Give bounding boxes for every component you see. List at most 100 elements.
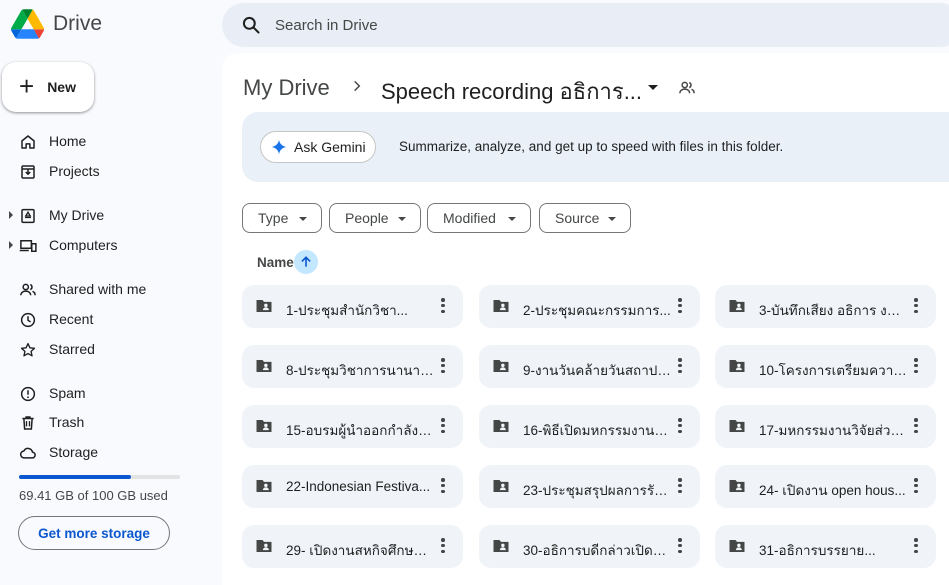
search-bar[interactable]: Search in Drive <box>222 3 949 47</box>
sidebar-item-shared-with-me[interactable]: Shared with me <box>0 275 222 303</box>
more-options-icon[interactable] <box>441 298 445 314</box>
filter-label: Modified <box>443 210 496 226</box>
filter-type-chip[interactable]: Type <box>242 203 322 233</box>
clock-icon <box>20 312 36 328</box>
more-options-icon[interactable] <box>441 418 445 434</box>
folder-name: 15-อบรมผู้นำออกกำลังกา... <box>286 423 434 438</box>
shared-folder-icon <box>493 420 509 432</box>
filter-modified-chip[interactable]: Modified <box>427 203 531 233</box>
search-input[interactable]: Search in Drive <box>275 17 378 34</box>
sort-direction-button[interactable] <box>294 250 318 274</box>
folder-tile[interactable]: 23-ประชุมสรุปผลการรับ... <box>479 465 700 508</box>
sidebar-item-my-drive[interactable]: My Drive <box>0 201 222 229</box>
more-options-icon[interactable] <box>441 538 445 554</box>
sidebar-item-home[interactable]: Home <box>0 127 222 155</box>
plus-icon: + <box>19 71 35 101</box>
more-options-icon[interactable] <box>678 478 682 494</box>
folder-name: 24- เปิดงาน open hous... <box>759 483 906 498</box>
more-options-icon[interactable] <box>914 478 918 494</box>
more-options-icon[interactable] <box>678 298 682 314</box>
folder-tile[interactable]: 16-พิธีเปิดมหกรรมงานวิจั... <box>479 405 700 448</box>
my-drive-icon <box>21 208 35 224</box>
shared-folder-icon <box>256 480 272 492</box>
gemini-banner: Ask Gemini Summarize, analyze, and get u… <box>242 112 949 182</box>
gemini-sparkle-icon <box>271 139 287 155</box>
folder-tile[interactable]: 2-ประชุมคณะกรรมการ... <box>479 285 700 328</box>
more-options-icon[interactable] <box>678 358 682 374</box>
sidebar-item-computers[interactable]: Computers <box>0 231 222 259</box>
breadcrumb-current-folder[interactable]: Speech recording อธิการ... <box>381 74 642 109</box>
expand-caret-icon[interactable] <box>9 241 13 249</box>
shared-folder-icon <box>256 300 272 312</box>
new-button[interactable]: + New <box>2 62 94 112</box>
folder-tile[interactable]: 22-Indonesian Festiva... <box>242 465 463 508</box>
more-options-icon[interactable] <box>914 298 918 314</box>
folder-name: 2-ประชุมคณะกรรมการ... <box>523 303 671 318</box>
filter-label: Type <box>258 210 289 226</box>
folder-name: 16-พิธีเปิดมหกรรมงานวิจั... <box>523 423 671 438</box>
folder-menu-dropdown-icon[interactable] <box>648 85 658 90</box>
folder-tile[interactable]: 9-งานวันคล้ายวันสถาปนา... <box>479 345 700 388</box>
ask-gemini-label: Ask Gemini <box>294 139 366 155</box>
more-options-icon[interactable] <box>914 418 918 434</box>
drive-logo[interactable]: Drive <box>11 9 102 39</box>
sidebar-item-starred[interactable]: Starred <box>0 335 222 363</box>
more-options-icon[interactable] <box>441 358 445 374</box>
sidebar-item-projects[interactable]: Projects <box>0 157 222 185</box>
search-icon[interactable] <box>241 15 261 35</box>
shared-folder-icon[interactable] <box>678 79 696 97</box>
folder-tile[interactable]: 10-โครงการเตรียมความ... <box>715 345 936 388</box>
chevron-right-icon <box>354 80 361 92</box>
folder-tile[interactable]: 15-อบรมผู้นำออกกำลังกา... <box>242 405 463 448</box>
sidebar-item-label: Recent <box>49 311 94 327</box>
filter-people-chip[interactable]: People <box>329 203 421 233</box>
more-options-icon[interactable] <box>914 358 918 374</box>
shared-folder-icon <box>729 420 745 432</box>
more-options-icon[interactable] <box>914 538 918 554</box>
sidebar-item-spam[interactable]: Spam <box>0 379 222 407</box>
name-column-header[interactable]: Name <box>257 255 294 270</box>
folder-tile[interactable]: 17-มหกรรมงานวิจัยส่วน... <box>715 405 936 448</box>
storage-usage-bar <box>19 475 180 479</box>
shared-folder-icon <box>729 360 745 372</box>
folder-name: 10-โครงการเตรียมความ... <box>759 363 907 378</box>
computers-icon <box>19 240 37 252</box>
folder-tile[interactable]: 24- เปิดงาน open hous... <box>715 465 936 508</box>
spam-icon <box>20 386 36 402</box>
ask-gemini-button[interactable]: Ask Gemini <box>260 131 376 163</box>
filter-source-chip[interactable]: Source <box>539 203 631 233</box>
shared-folder-icon <box>256 540 272 552</box>
folder-name: 1-ประชุมสำนักวิชา... <box>286 303 408 318</box>
chevron-down-icon <box>508 217 516 221</box>
sidebar-item-label: Trash <box>49 414 85 430</box>
expand-caret-icon[interactable] <box>9 211 13 219</box>
shared-folder-icon <box>493 480 509 492</box>
more-options-icon[interactable] <box>441 478 445 494</box>
shared-folder-icon <box>729 480 745 492</box>
chevron-down-icon <box>398 217 406 221</box>
folder-tile[interactable]: 8-ประชุมวิชาการนานาชาติ... <box>242 345 463 388</box>
sidebar-item-label: Projects <box>49 163 100 179</box>
shared-folder-icon <box>493 300 509 312</box>
sidebar: Drive + New Home Projects My Drive Compu… <box>0 0 222 585</box>
sidebar-item-trash[interactable]: Trash <box>0 408 222 436</box>
shared-folder-icon <box>729 540 745 552</box>
sidebar-item-label: Storage <box>49 444 99 460</box>
more-options-icon[interactable] <box>678 538 682 554</box>
shared-folder-icon <box>493 540 509 552</box>
sidebar-item-recent[interactable]: Recent <box>0 305 222 333</box>
folder-tile[interactable]: 30-อธิการบดีกล่าวเปิดงา... <box>479 525 700 568</box>
more-options-icon[interactable] <box>678 418 682 434</box>
breadcrumb-root[interactable]: My Drive <box>243 75 330 101</box>
get-more-storage-button[interactable]: Get more storage <box>18 516 170 550</box>
projects-icon <box>21 165 35 179</box>
folder-tile[interactable]: 31-อธิการบรรยาย... <box>715 525 936 568</box>
gemini-description: Summarize, analyze, and get up to speed … <box>399 139 784 154</box>
trash-icon <box>22 416 34 430</box>
folder-name: 3-บันทึกเสียง อธิการ งาน... <box>759 303 907 318</box>
app-name: Drive <box>53 12 103 35</box>
folder-tile[interactable]: 3-บันทึกเสียง อธิการ งาน... <box>715 285 936 328</box>
folder-tile[interactable]: 1-ประชุมสำนักวิชา... <box>242 285 463 328</box>
sidebar-item-storage[interactable]: Storage <box>0 438 222 466</box>
folder-tile[interactable]: 29- เปิดงานสหกิจศึกษา 1... <box>242 525 463 568</box>
